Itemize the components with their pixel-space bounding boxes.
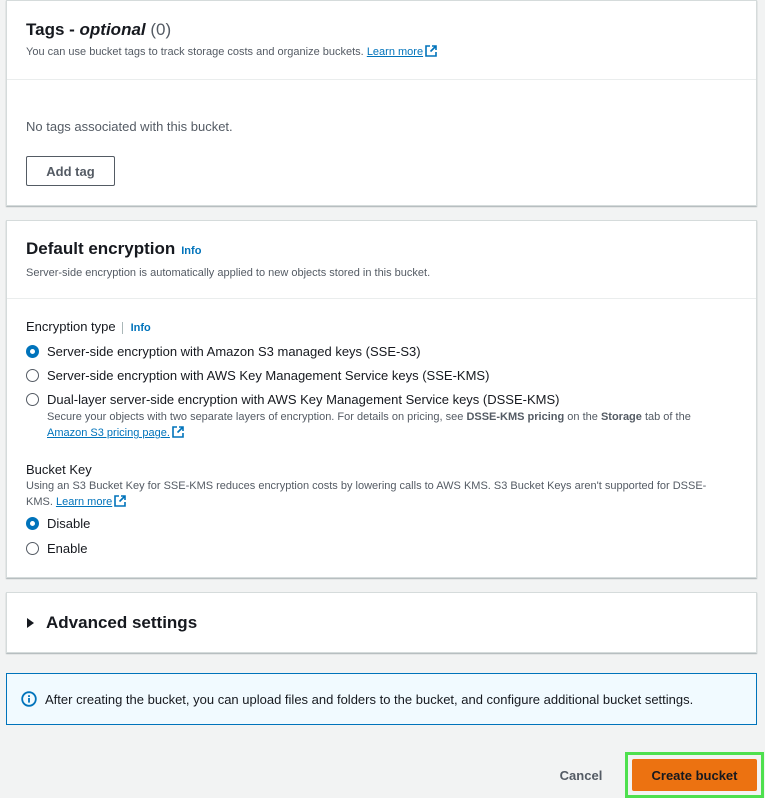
radio-sse-kms-control[interactable]: [26, 369, 39, 382]
info-alert-text: After creating the bucket, you can uploa…: [45, 691, 694, 707]
radio-bucket-key-disable-control[interactable]: [26, 517, 39, 530]
dsse-desc-part3: tab of the: [641, 411, 691, 423]
tags-description-text: You can use bucket tags to track storage…: [26, 46, 364, 58]
radio-sse-kms-label: Server-side encryption with AWS Key Mana…: [47, 368, 490, 383]
info-icon: [21, 691, 37, 707]
radio-sse-s3[interactable]: Server-side encryption with Amazon S3 ma…: [26, 344, 421, 359]
radio-bucket-key-enable-control[interactable]: [26, 542, 39, 555]
radio-dsse-kms-label: Dual-layer server-side encryption with A…: [47, 392, 560, 407]
dsse-kms-description: Secure your objects with two separate la…: [47, 409, 737, 441]
caret-right-icon[interactable]: [27, 617, 34, 628]
create-bucket-highlight: Create bucket: [625, 752, 764, 798]
tags-panel: Tags - optional (0) You can use bucket t…: [6, 0, 757, 206]
encryption-panel: Default encryption Info Server-side encry…: [6, 220, 757, 578]
tags-title-optional: optional: [79, 20, 146, 39]
add-tag-button[interactable]: Add tag: [26, 156, 115, 186]
encryption-type-label-text: Encryption type: [26, 319, 116, 334]
bucket-key-learn-more-link[interactable]: Learn more: [56, 496, 112, 508]
tags-learn-more-link[interactable]: Learn more: [367, 46, 423, 58]
external-link-icon: [172, 426, 184, 438]
tags-count: (0): [150, 20, 172, 39]
encryption-type-info-link[interactable]: Info: [121, 322, 151, 334]
encryption-title-text: Default encryption: [26, 239, 176, 258]
encryption-title: Default encryption Info: [26, 238, 737, 262]
tags-description: You can use bucket tags to track storage…: [26, 45, 737, 59]
external-link-icon: [425, 45, 437, 57]
bucket-key-desc-text: Using an S3 Bucket Key for SSE-KMS reduc…: [26, 480, 707, 508]
encryption-type-label: Encryption type Info: [26, 319, 151, 334]
dsse-desc-bold2: Storage: [600, 411, 642, 423]
dsse-desc-part2: on the: [564, 411, 601, 423]
encryption-description: Server-side encryption is automatically …: [26, 267, 431, 279]
dsse-desc-bold1: DSSE-KMS pricing: [466, 411, 565, 423]
pricing-page-link[interactable]: Amazon S3 pricing page.: [47, 427, 170, 439]
radio-bucket-key-disable[interactable]: Disable: [26, 516, 90, 531]
create-bucket-button[interactable]: Create bucket: [632, 759, 757, 791]
dsse-desc-part1: Secure your objects with two separate la…: [47, 411, 467, 423]
encryption-header: Default encryption Info Server-side encry…: [7, 221, 756, 299]
advanced-settings-panel[interactable]: Advanced settings: [6, 592, 757, 653]
tags-header: Tags - optional (0) You can use bucket t…: [7, 1, 756, 80]
radio-sse-kms[interactable]: Server-side encryption with AWS Key Mana…: [26, 368, 489, 383]
radio-dsse-kms[interactable]: Dual-layer server-side encryption with A…: [26, 392, 559, 407]
bucket-key-label: Bucket Key: [26, 462, 92, 477]
radio-bucket-key-enable-label: Enable: [47, 541, 88, 556]
cancel-button[interactable]: Cancel: [545, 762, 617, 788]
tags-title-text: Tags -: [26, 20, 80, 39]
radio-bucket-key-disable-label: Disable: [47, 516, 91, 531]
radio-sse-s3-control[interactable]: [26, 345, 39, 358]
radio-dsse-kms-control[interactable]: [26, 393, 39, 406]
bucket-key-description: Using an S3 Bucket Key for SSE-KMS reduc…: [26, 478, 726, 510]
advanced-settings-title[interactable]: Advanced settings: [46, 612, 197, 634]
radio-sse-s3-label: Server-side encryption with Amazon S3 ma…: [47, 344, 421, 359]
external-link-icon: [114, 495, 127, 507]
tags-empty-text: No tags associated with this bucket.: [26, 119, 233, 134]
tags-title: Tags - optional (0): [26, 19, 737, 41]
radio-bucket-key-enable[interactable]: Enable: [26, 541, 87, 556]
info-alert: After creating the bucket, you can uploa…: [6, 673, 757, 725]
encryption-info-link[interactable]: Info: [181, 245, 201, 257]
